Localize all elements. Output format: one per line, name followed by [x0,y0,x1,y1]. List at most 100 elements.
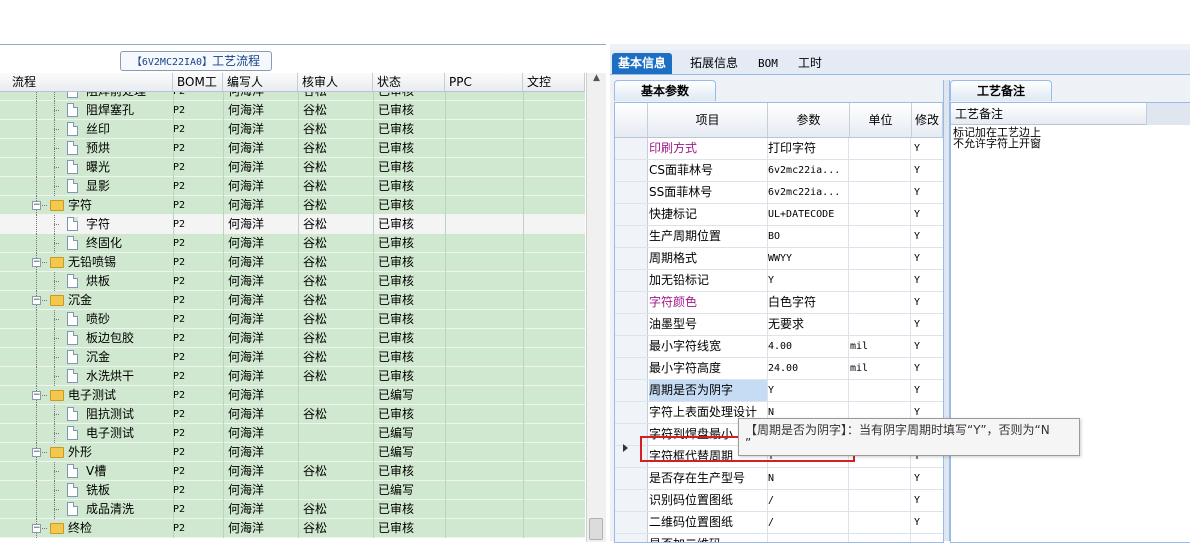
notes-column-header[interactable]: 工艺备注 [951,103,1147,125]
row-header[interactable] [615,468,648,489]
collapse-toggle-icon[interactable]: − [32,296,41,305]
col-doc-control[interactable]: 文控 [523,73,585,91]
col-editor[interactable]: 编写人 [223,73,298,91]
param-value-cell[interactable]: 6v2mc22ia... [768,160,849,181]
row-header[interactable] [615,424,648,445]
row-header[interactable] [615,336,648,357]
tree-row[interactable]: V槽 P2 何海洋 谷松 已审核 [0,462,585,481]
param-row[interactable]: 是否加二维码 [615,534,943,542]
param-value-cell[interactable] [768,534,849,542]
param-row[interactable]: 周期是否为阴字 Y Y [615,380,943,402]
row-header[interactable] [615,402,648,423]
param-value-cell[interactable]: WWYY [768,248,849,269]
param-row[interactable]: 字符颜色 白色字符 Y [615,292,943,314]
tab-process-notes[interactable]: 工艺备注 [950,80,1052,101]
collapse-toggle-icon[interactable]: − [32,524,41,533]
tree-row[interactable]: 阻焊前处理 P2 何海洋谷松已审核 [0,92,585,101]
row-header[interactable] [615,138,648,159]
col-modify[interactable]: 修改 [912,103,943,137]
row-header[interactable] [615,160,648,181]
param-value-cell[interactable]: / [768,512,849,533]
param-row[interactable]: 最小字符线宽 4.00 mil Y [615,336,943,358]
tree-row[interactable]: 丝印 P2 何海洋 谷松 已审核 [0,120,585,139]
tree-row[interactable]: 喷砂 P2 何海洋 谷松 已审核 [0,310,585,329]
tree-row[interactable]: 电子测试 P2 何海洋 已编写 [0,424,585,443]
tab-bom[interactable]: BOM [752,53,784,74]
param-row[interactable]: 识别码位置图纸 / Y [615,490,943,512]
row-header[interactable] [615,534,648,542]
param-value-cell[interactable]: UL+DATECODE [768,204,849,225]
tree-row[interactable]: − 无铅喷锡 P2 何海洋 谷松 已审核 [0,253,585,272]
tab-basic-params[interactable]: 基本参数 [614,80,716,101]
row-header[interactable] [615,446,648,467]
tree-row[interactable]: 字符 P2 何海洋 谷松 已审核 [0,215,585,234]
collapse-toggle-icon[interactable]: − [32,448,41,457]
col-status[interactable]: 状态 [373,73,445,91]
param-value-cell[interactable]: 白色字符 [768,292,849,313]
row-header[interactable] [615,490,648,511]
param-row[interactable]: 是否存在生产型号 N Y [615,468,943,490]
row-header[interactable] [615,248,648,269]
row-header[interactable] [615,314,648,335]
col-ppc[interactable]: PPC [445,73,523,91]
scroll-thumb[interactable] [589,518,603,540]
param-value-cell[interactable]: 打印字符 [768,138,849,159]
row-header[interactable] [615,182,648,203]
row-header[interactable] [615,380,648,401]
tree-row[interactable]: 沉金 P2 何海洋 谷松 已审核 [0,348,585,367]
tree-row[interactable]: 铣板 P2 何海洋 已编写 [0,481,585,500]
tree-row[interactable]: 显影 P2 何海洋 谷松 已审核 [0,177,585,196]
param-value-cell[interactable]: / [768,490,849,511]
param-value-cell[interactable]: 24.00 [768,358,849,379]
tab-work-hours[interactable]: 工时 [792,53,828,74]
param-value-cell[interactable]: BO [768,226,849,247]
notes-text[interactable]: 标记加在工艺边上 不允许字符上开窗 [953,127,1143,149]
tab-extended-info[interactable]: 拓展信息 [684,53,744,74]
tree-row[interactable]: − 沉金 P2 何海洋 谷松 已审核 [0,291,585,310]
tree-row[interactable]: − 电子测试 P2 何海洋 已编写 [0,386,585,405]
scroll-up-icon[interactable]: ▲ [587,73,606,89]
param-row[interactable]: SS面菲林号 6v2mc22ia... Y [615,182,943,204]
param-row[interactable]: 油墨型号 无要求 Y [615,314,943,336]
tree-row[interactable]: 预烘 P2 何海洋 谷松 已审核 [0,139,585,158]
tree-row[interactable]: 曝光 P2 何海洋 谷松 已审核 [0,158,585,177]
collapse-toggle-icon[interactable]: − [32,391,41,400]
tree-scrollbar[interactable]: ▲ [586,73,606,542]
param-row[interactable]: 二维码位置图纸 / Y [615,512,943,534]
col-reviewer[interactable]: 核审人 [298,73,373,91]
param-value-cell[interactable]: 4.00 [768,336,849,357]
col-param[interactable]: 参数 [768,103,850,137]
tree-row[interactable]: 板边包胶 P2 何海洋 谷松 已审核 [0,329,585,348]
col-bom[interactable]: BOM工厂 [173,73,223,107]
tree-row[interactable]: − 终检 P2 何海洋 谷松 已审核 [0,519,585,538]
tree-row[interactable]: 成品清洗 P2 何海洋 谷松 已审核 [0,500,585,519]
tree-row[interactable]: 终固化 P2 何海洋 谷松 已审核 [0,234,585,253]
row-header[interactable] [615,204,648,225]
tree-row[interactable]: 阻抗测试 P2 何海洋 谷松 已审核 [0,405,585,424]
param-value-cell[interactable]: 无要求 [768,314,849,335]
param-row[interactable]: CS面菲林号 6v2mc22ia... Y [615,160,943,182]
row-header[interactable] [615,226,648,247]
col-item[interactable]: 项目 [648,103,768,137]
row-header[interactable] [615,512,648,533]
param-row[interactable]: 最小字符高度 24.00 mil Y [615,358,943,380]
param-row[interactable]: 加无铅标记 Y Y [615,270,943,292]
param-value-cell[interactable]: 6v2mc22ia... [768,182,849,203]
param-row[interactable]: 印刷方式 打印字符 Y [615,138,943,160]
panel-splitter[interactable] [943,80,950,541]
col-flow[interactable]: 流程 [8,73,173,91]
tree-row[interactable]: 阻焊塞孔 P2 何海洋 谷松 已审核 [0,101,585,120]
param-value-cell[interactable]: N [768,468,849,489]
param-row[interactable]: 快捷标记 UL+DATECODE Y [615,204,943,226]
row-header[interactable] [615,358,648,379]
row-header[interactable] [615,270,648,291]
param-value-cell[interactable]: Y [768,270,849,291]
collapse-toggle-icon[interactable]: − [32,201,41,210]
tree-row[interactable]: − 字符 P2 何海洋 谷松 已审核 [0,196,585,215]
param-row[interactable]: 周期格式 WWYY Y [615,248,943,270]
collapse-toggle-icon[interactable]: − [32,258,41,267]
param-value-cell[interactable]: Y [768,380,849,401]
tree-row[interactable]: − 外形 P2 何海洋 已编写 [0,443,585,462]
row-header[interactable] [615,292,648,313]
tree-row[interactable]: 烘板 P2 何海洋 谷松 已审核 [0,272,585,291]
